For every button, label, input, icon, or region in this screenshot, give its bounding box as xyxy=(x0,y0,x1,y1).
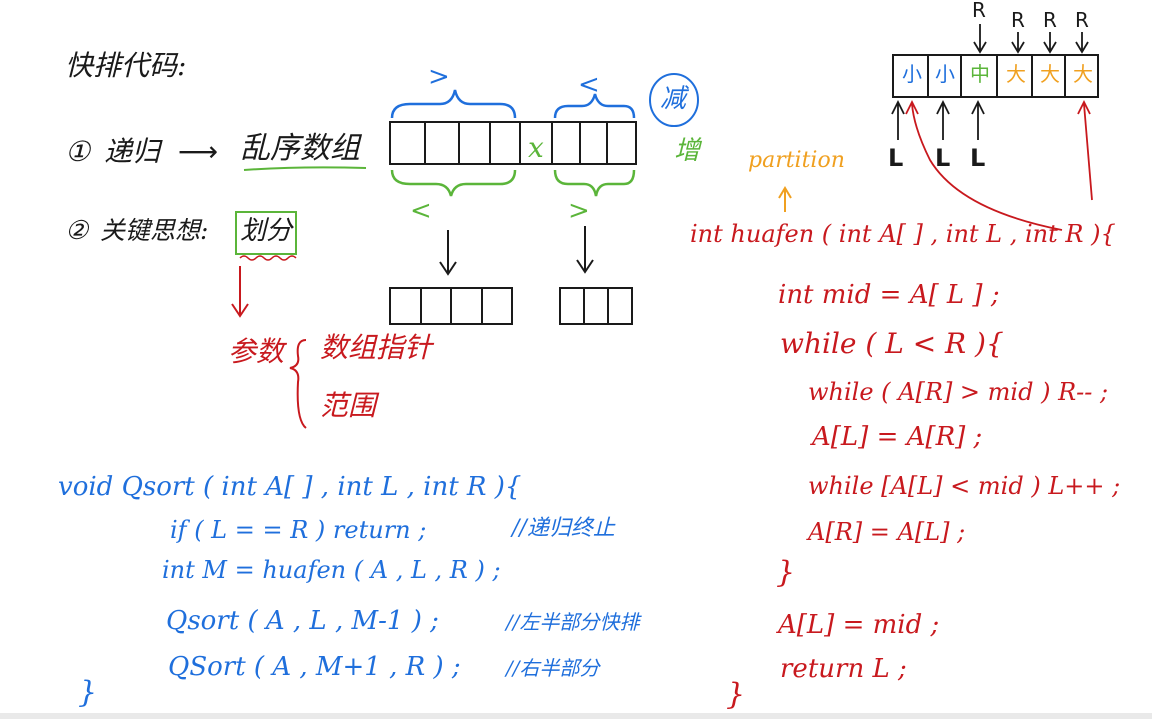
r-arrows xyxy=(973,24,1089,54)
right-subarray xyxy=(559,287,633,325)
drawing-layer xyxy=(231,24,1099,429)
brace-top-right xyxy=(553,93,636,119)
whiteboard: 快排代码: ① 递归 ⟶ 乱序数组 ② 关键思想: 划分 参数 数组指针 范围 … xyxy=(0,0,1152,719)
brace-bottom-left xyxy=(390,169,517,197)
l-arrows xyxy=(891,99,985,140)
red-curve-r xyxy=(1077,99,1093,201)
key-box xyxy=(235,211,297,255)
params-brace xyxy=(289,339,307,429)
left-subarray xyxy=(389,287,513,325)
main-array xyxy=(389,121,637,165)
partition-arrow xyxy=(778,186,792,212)
brace-bottom-right xyxy=(553,169,636,197)
brace-top-left xyxy=(390,89,517,119)
bottom-bar xyxy=(0,713,1152,719)
circle-decrease xyxy=(649,73,699,127)
target-underline xyxy=(243,166,367,171)
red-curve-l xyxy=(905,99,1063,231)
partition-array xyxy=(892,54,1099,98)
key-down-arrow xyxy=(231,266,249,318)
key-underline-wave xyxy=(239,255,297,261)
down-arrows xyxy=(439,226,594,276)
